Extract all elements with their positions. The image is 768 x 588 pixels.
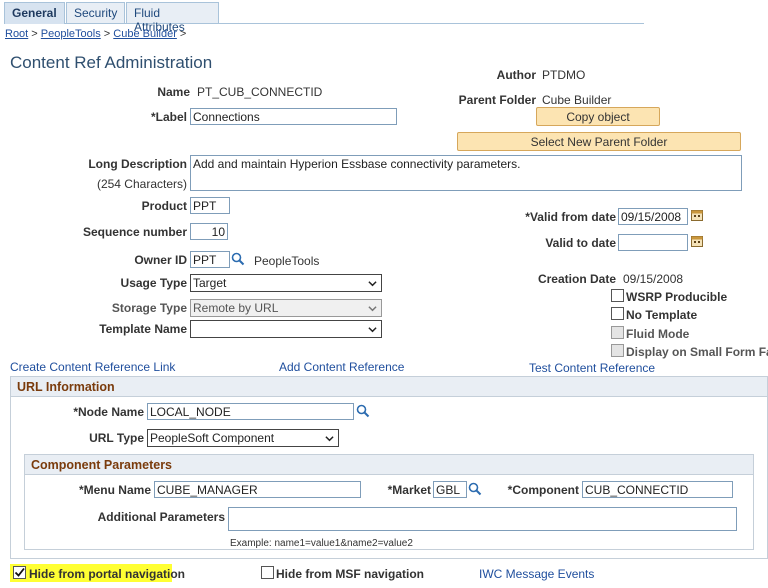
- additional-parameters-label: Additional Parameters: [97, 510, 225, 524]
- breadcrumb-sep: >: [100, 28, 114, 40]
- additional-parameters-input[interactable]: [228, 507, 737, 531]
- name-label: Name: [157, 85, 190, 99]
- valid-from-input[interactable]: 09/15/2008: [618, 208, 688, 225]
- small-form-factor-checkbox: [611, 344, 624, 357]
- owner-lookup-search-icon[interactable]: [231, 252, 245, 266]
- breadcrumb-cube-builder[interactable]: Cube Builder: [113, 28, 177, 40]
- long-description-textarea[interactable]: Add and maintain Hyperion Essbase connec…: [190, 155, 742, 191]
- breadcrumb-root[interactable]: Root: [5, 28, 28, 40]
- additional-parameters-example: Example: name1=value1&name2=value2: [230, 538, 413, 549]
- valid-to-input[interactable]: [618, 234, 688, 251]
- usage-type-value: Target: [193, 276, 227, 290]
- url-type-select[interactable]: PeopleSoft Component: [147, 429, 339, 447]
- long-description-hint: (254 Characters): [96, 177, 187, 191]
- copy-object-button[interactable]: Copy object: [536, 107, 660, 126]
- owner-id-description: PeopleTools: [254, 254, 320, 268]
- no-template-label: No Template: [626, 308, 698, 322]
- url-type-label: URL Type: [89, 431, 144, 445]
- wsrp-producible-checkbox[interactable]: [611, 289, 624, 302]
- hide-from-msf-checkbox[interactable]: [261, 566, 274, 579]
- node-name-input[interactable]: LOCAL_NODE: [147, 403, 354, 420]
- sequence-number-input[interactable]: 10: [190, 223, 228, 240]
- creation-date-label: Creation Date: [537, 272, 616, 286]
- component-label: *Component: [507, 483, 579, 497]
- chevron-down-icon: [368, 306, 377, 312]
- node-lookup-search-icon[interactable]: [356, 404, 370, 418]
- market-label: *Market: [387, 483, 431, 497]
- author-value: PTDMO: [542, 68, 586, 82]
- hide-from-portal-label: Hide from portal navigation: [29, 567, 186, 581]
- name-value: PT_CUB_CONNECTID: [197, 85, 323, 99]
- menu-name-input[interactable]: CUBE_MANAGER: [154, 481, 361, 498]
- usage-type-label: Usage Type: [120, 276, 187, 290]
- sequence-number-label: Sequence number: [82, 225, 187, 239]
- breadcrumb: Root > PeopleTools > Cube Builder >: [5, 28, 186, 40]
- breadcrumb-sep: >: [176, 28, 187, 40]
- valid-from-label: *Valid from date: [525, 210, 616, 224]
- calendar-icon[interactable]: [691, 209, 703, 221]
- iwc-message-events-link[interactable]: IWC Message Events: [479, 567, 594, 581]
- label-label: *Label: [150, 110, 187, 124]
- market-input[interactable]: GBL: [433, 481, 467, 498]
- product-input[interactable]: PPT: [190, 197, 230, 214]
- fluid-mode-checkbox: [611, 326, 624, 339]
- tab-security[interactable]: Security: [66, 2, 125, 23]
- hide-from-msf-label: Hide from MSF navigation: [276, 567, 425, 581]
- tab-general[interactable]: General: [4, 2, 65, 24]
- template-name-select[interactable]: [190, 320, 382, 338]
- valid-to-label: Valid to date: [545, 236, 616, 250]
- hide-from-portal-checkbox[interactable]: [13, 566, 26, 579]
- url-information-header: URL Information: [11, 377, 767, 397]
- no-template-checkbox[interactable]: [611, 307, 624, 320]
- product-label: Product: [141, 199, 187, 213]
- creation-date-value: 09/15/2008: [623, 272, 684, 286]
- chevron-down-icon: [368, 281, 377, 287]
- author-label: Author: [496, 68, 536, 82]
- page-title: Content Ref Administration: [10, 53, 213, 72]
- market-lookup-search-icon[interactable]: [468, 482, 482, 496]
- component-parameters-header: Component Parameters: [25, 455, 753, 475]
- node-name-label: *Node Name: [73, 405, 144, 419]
- small-form-factor-label: Display on Small Form Fact: [626, 345, 768, 359]
- tab-fluid-attributes[interactable]: Fluid Attributes: [126, 2, 219, 34]
- url-type-value: PeopleSoft Component: [150, 431, 275, 445]
- usage-type-select[interactable]: Target: [190, 274, 382, 292]
- parent-folder-value: Cube Builder: [542, 93, 612, 107]
- storage-type-value: Remote by URL: [193, 301, 279, 315]
- template-name-label: Template Name: [99, 322, 187, 336]
- select-parent-folder-button[interactable]: Select New Parent Folder: [457, 132, 741, 151]
- fluid-mode-label: Fluid Mode: [626, 327, 690, 341]
- menu-name-label: *Menu Name: [78, 483, 151, 497]
- wsrp-producible-label: WSRP Producible: [626, 290, 728, 304]
- parent-folder-label: Parent Folder: [458, 93, 536, 107]
- storage-type-label: Storage Type: [111, 301, 187, 315]
- owner-id-input[interactable]: PPT: [190, 251, 230, 268]
- chevron-down-icon: [325, 436, 334, 442]
- create-content-reference-link[interactable]: Create Content Reference Link: [10, 360, 175, 374]
- long-description-label: Long Description: [88, 157, 187, 171]
- owner-id-label: Owner ID: [134, 253, 187, 267]
- tab-bar-line: [4, 23, 644, 24]
- storage-type-select: Remote by URL: [190, 299, 382, 317]
- calendar-icon[interactable]: [691, 235, 703, 247]
- add-content-reference-link[interactable]: Add Content Reference: [279, 360, 404, 374]
- chevron-down-icon: [368, 327, 377, 333]
- breadcrumb-sep: >: [28, 28, 41, 40]
- checkmark-icon: [14, 567, 25, 577]
- component-input[interactable]: CUB_CONNECTID: [582, 481, 733, 498]
- breadcrumb-peopletools[interactable]: PeopleTools: [41, 28, 101, 40]
- test-content-reference-link[interactable]: Test Content Reference: [529, 361, 655, 375]
- label-input[interactable]: Connections: [190, 108, 397, 125]
